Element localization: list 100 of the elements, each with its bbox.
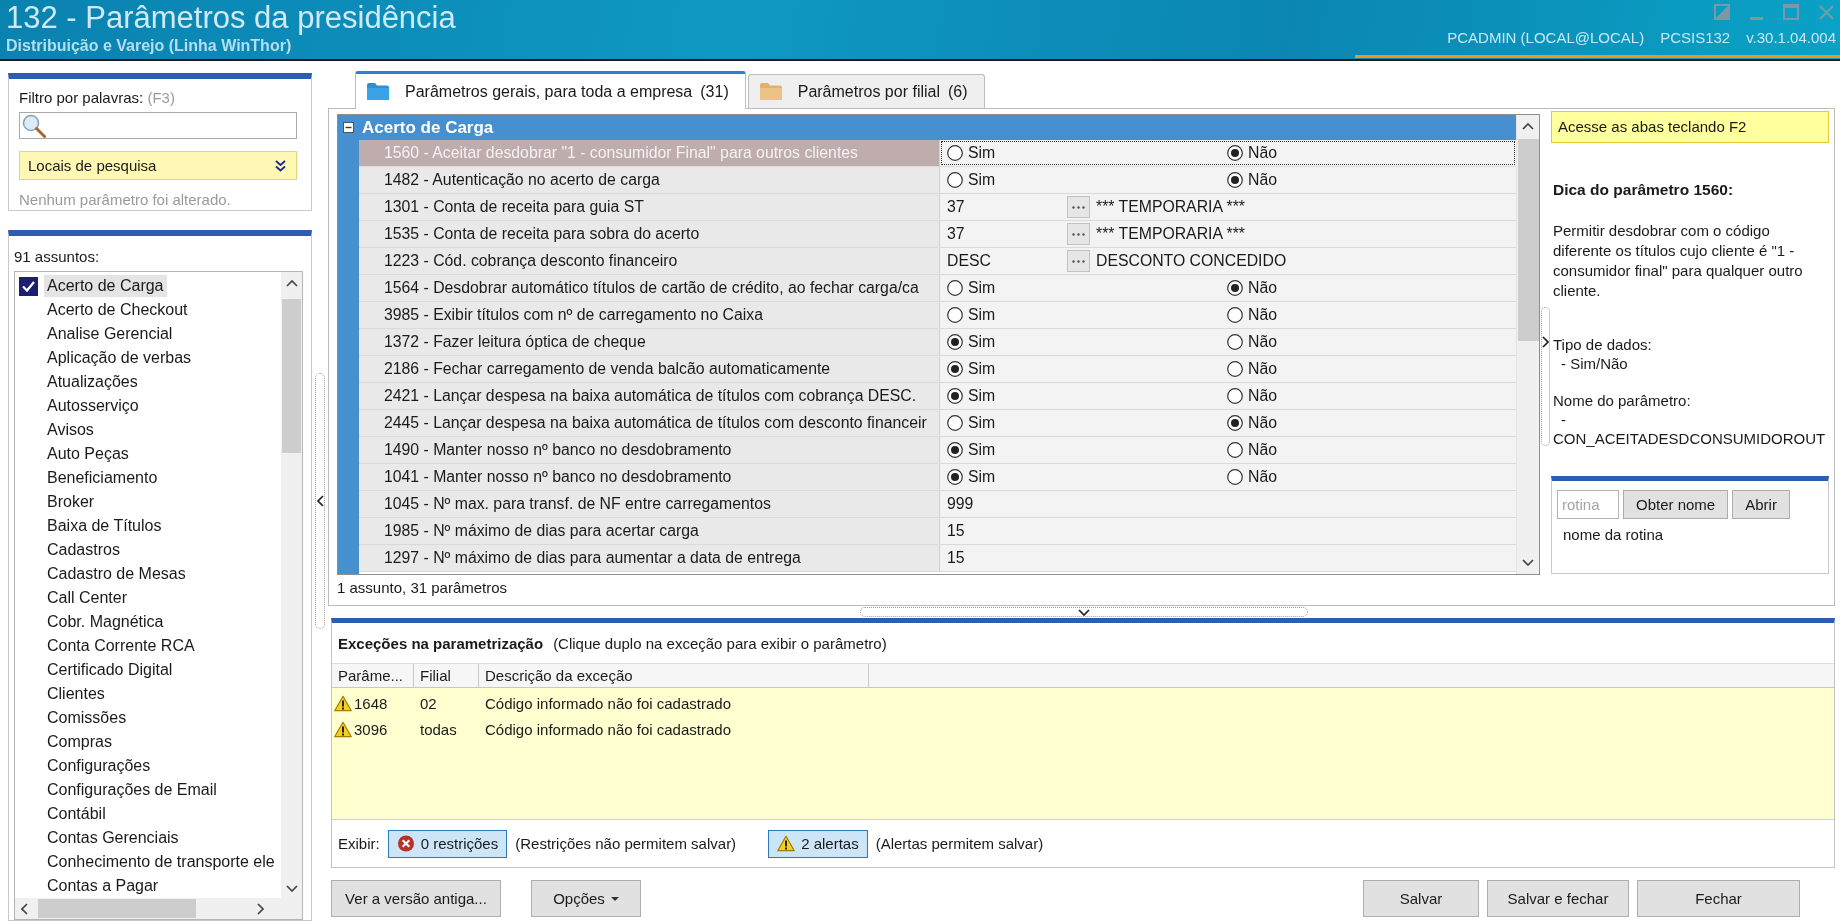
parameter-row[interactable]: 1301 - Conta de receita para guia ST 37 *** TEMPORARIA *** — [359, 194, 1516, 221]
filter-toggle[interactable]: 2 alertas — [768, 829, 868, 858]
scroll-up-icon[interactable] — [285, 280, 298, 287]
subject-item[interactable]: Acerto de Carga — [44, 275, 167, 297]
radio-option[interactable]: Sim — [947, 360, 1227, 378]
parameter-row[interactable]: 1482 - Autenticação no acerto de carga Sim Não — [359, 167, 1516, 194]
subject-item[interactable]: Compras — [44, 731, 115, 753]
parameter-row[interactable]: 1372 - Fazer leitura óptica de cheque Sim Não — [359, 329, 1516, 356]
subject-item[interactable]: Call Center — [44, 587, 131, 609]
tab[interactable]: Parâmetros por filial (6) — [747, 74, 985, 108]
radio-option[interactable]: Não — [1227, 144, 1507, 162]
radio-option[interactable]: Sim — [947, 333, 1227, 351]
parameter-value[interactable]: 15 — [947, 522, 965, 540]
menu-button[interactable]: Opções — [531, 880, 641, 917]
parameter-value[interactable]: 15 — [947, 549, 965, 567]
search-locations-dropdown[interactable]: Locais de pesquisa — [19, 151, 297, 180]
routine-button[interactable]: Abrir — [1732, 490, 1790, 519]
radio-option[interactable]: Não — [1227, 279, 1507, 297]
radio-option[interactable]: Não — [1227, 387, 1507, 405]
subject-item[interactable]: Cadastros — [44, 539, 123, 561]
subject-item[interactable]: Configurações — [44, 755, 154, 777]
collapse-icon[interactable] — [343, 122, 354, 133]
subject-item[interactable]: Contas a Pagar — [44, 875, 162, 897]
parameter-row[interactable]: 1297 - Nº máximo de dias para aumentar a data de entrega 15 — [359, 545, 1516, 572]
radio-option[interactable]: Sim — [947, 414, 1227, 432]
radio-option[interactable]: Sim — [947, 468, 1227, 486]
subject-item[interactable]: Avisos — [44, 419, 97, 441]
radio-option[interactable]: Sim — [947, 171, 1227, 189]
parameter-row[interactable]: 2445 - Lançar despesa na baixa automática de títulos com desconto financeir Sim Não — [359, 410, 1516, 437]
parameter-row[interactable]: 1985 - Nº máximo de dias para acertar carga 15 — [359, 518, 1516, 545]
exception-row[interactable]: 1648 02 Código informado não foi cadastrado — [332, 690, 1834, 716]
lookup-button[interactable] — [1067, 223, 1090, 245]
subject-item[interactable]: Conta Corrente RCA — [44, 635, 198, 657]
lookup-button[interactable] — [1067, 250, 1090, 272]
filter-toggle[interactable]: 0 restrições — [387, 829, 508, 858]
scroll-down-icon[interactable] — [1522, 559, 1534, 566]
scrollbar-thumb[interactable] — [1517, 139, 1539, 341]
parameter-row[interactable]: 1535 - Conta de receita para sobra do acerto 37 *** TEMPORARIA *** — [359, 221, 1516, 248]
routine-field[interactable]: rotina — [1557, 490, 1619, 519]
exception-row[interactable]: 3096 todas Código informado não foi cadastrado — [332, 716, 1834, 742]
vertical-scrollbar[interactable] — [1516, 115, 1539, 574]
routine-button[interactable]: Obter nome — [1623, 490, 1729, 519]
subject-item[interactable]: Contas Gerenciais — [44, 827, 182, 849]
parameter-row[interactable]: 1045 - Nº max. para transf. de NF entre carregamentos 999 — [359, 491, 1516, 518]
parameter-value[interactable]: 37 — [947, 225, 1067, 243]
subject-item[interactable]: Conhecimento de transporte ele — [44, 851, 278, 873]
radio-option[interactable]: Não — [1227, 414, 1507, 432]
subject-item[interactable]: Baixa de Títulos — [44, 515, 165, 537]
checkbox-icon[interactable] — [19, 276, 38, 296]
radio-option[interactable]: Sim — [947, 144, 1227, 162]
search-field[interactable] — [19, 112, 297, 139]
scroll-left-icon[interactable] — [21, 902, 28, 915]
parameter-row[interactable]: 2421 - Lançar despesa na baixa automática de títulos com cobrança DESC. Sim Não — [359, 383, 1516, 410]
lookup-button[interactable] — [1067, 196, 1090, 218]
radio-option[interactable]: Sim — [947, 306, 1227, 324]
subject-item[interactable]: Clientes — [44, 683, 108, 705]
tab[interactable]: Parâmetros gerais, para toda a empresa (31) — [355, 71, 746, 109]
subject-item[interactable]: Configurações de Email — [44, 779, 220, 801]
radio-option[interactable]: Sim — [947, 279, 1227, 297]
subject-item[interactable]: Acerto de Checkout — [44, 299, 191, 321]
radio-option[interactable]: Não — [1227, 468, 1507, 486]
subject-item[interactable]: Certificado Digital — [44, 659, 176, 681]
subject-item[interactable]: Cadastro de Mesas — [44, 563, 189, 585]
radio-option[interactable]: Não — [1227, 306, 1507, 324]
parameter-value[interactable]: DESC — [947, 252, 1067, 270]
column-header[interactable]: Descrição da exceção — [479, 664, 869, 687]
action-button[interactable]: Fechar — [1637, 880, 1800, 917]
subject-item[interactable]: Analise Gerencial — [44, 323, 176, 345]
parameter-row[interactable]: 1041 - Manter nosso nº banco no desdobramento Sim Não — [359, 464, 1516, 491]
parameter-row[interactable]: 3985 - Exibir títulos com nº de carregamento no Caixa Sim Não — [359, 302, 1516, 329]
parameter-row[interactable]: 1490 - Manter nosso nº banco no desdobramento Sim Não — [359, 437, 1516, 464]
column-header[interactable]: Filial — [414, 664, 479, 687]
scrollbar-thumb[interactable] — [38, 899, 196, 918]
subject-item[interactable]: Auto Peças — [44, 443, 132, 465]
subject-item[interactable]: Comissões — [44, 707, 130, 729]
action-button[interactable]: Salvar — [1363, 880, 1479, 917]
radio-option[interactable]: Não — [1227, 441, 1507, 459]
subject-item[interactable]: Cobr. Magnética — [44, 611, 167, 633]
scroll-up-icon[interactable] — [1522, 123, 1534, 130]
subject-item[interactable]: Atualizações — [44, 371, 141, 393]
vertical-scrollbar[interactable] — [281, 272, 302, 898]
radio-option[interactable]: Não — [1227, 360, 1507, 378]
radio-option[interactable]: Sim — [947, 387, 1227, 405]
subject-item[interactable]: Broker — [44, 491, 98, 513]
scroll-right-icon[interactable] — [257, 902, 264, 915]
action-button[interactable]: Ver a versão antiga... — [331, 880, 501, 917]
column-header[interactable]: Parâme... — [332, 664, 414, 687]
parameter-row[interactable]: 2186 - Fechar carregamento de venda balcão automaticamente Sim Não — [359, 356, 1516, 383]
subject-item[interactable]: Contábil — [44, 803, 109, 825]
subject-item[interactable]: Aplicação de verbas — [44, 347, 195, 369]
subject-item[interactable]: Beneficiamento — [44, 467, 161, 489]
parameter-value[interactable]: 999 — [947, 495, 974, 513]
action-button[interactable]: Salvar e fechar — [1487, 880, 1629, 917]
parameter-row[interactable]: 1560 - Aceitar desdobrar "1 - consumidor Final" para outros clientes Sim Não — [359, 140, 1516, 167]
parameter-row[interactable]: 1564 - Desdobrar automático títulos de cartão de crédito, ao fechar carga/ca Sim Não — [359, 275, 1516, 302]
radio-option[interactable]: Não — [1227, 333, 1507, 351]
scrollbar-thumb[interactable] — [282, 299, 301, 453]
scroll-down-icon[interactable] — [285, 885, 298, 892]
parameter-value[interactable]: 37 — [947, 198, 1067, 216]
horizontal-scrollbar[interactable] — [15, 898, 302, 919]
